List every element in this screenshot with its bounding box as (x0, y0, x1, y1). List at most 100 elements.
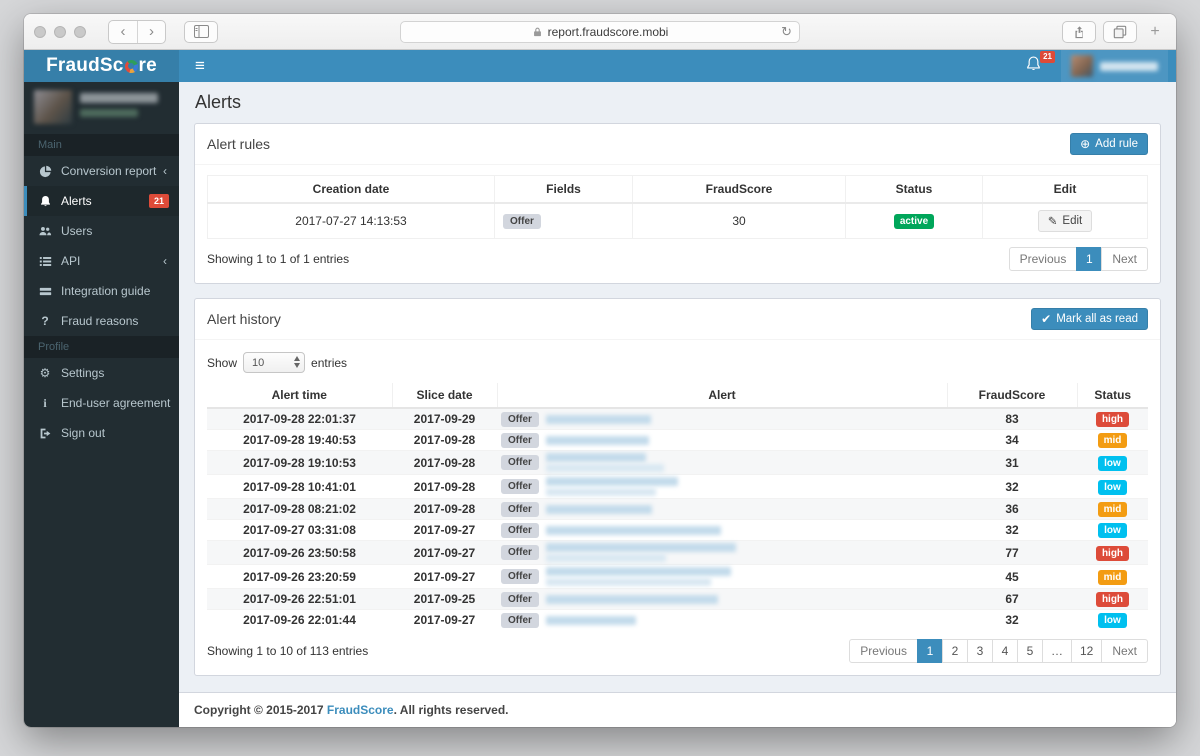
sidebar-item-alerts[interactable]: Alerts 21 (24, 186, 179, 216)
sidebar-item-users[interactable]: Users (24, 216, 179, 246)
status-badge: high (1095, 412, 1130, 427)
offer-tag: Offer (501, 545, 539, 560)
new-tab-button[interactable]: + (1144, 21, 1166, 43)
sidebar-section-label: Main (24, 134, 179, 156)
show-label: Show (207, 355, 238, 370)
bell-icon (38, 195, 52, 208)
avatar (34, 90, 72, 124)
table-row: 2017-09-27 03:31:08 2017-09-27 Offer 32 low (207, 519, 1148, 541)
fields-cell: Offer (494, 202, 633, 239)
user-menu[interactable] (1061, 50, 1168, 82)
redacted-bar (545, 488, 656, 496)
bars-icon (38, 285, 52, 298)
fraudscore-cell: 45 (947, 564, 1077, 589)
edit-label: Edit (1062, 215, 1083, 227)
status-badge: high (1095, 545, 1130, 561)
slice-date-cell: 2017-09-28 (392, 498, 497, 520)
redacted-alert-text (545, 567, 731, 586)
sidebar-item-label: Sign out (61, 426, 106, 440)
menu-toggle-button[interactable]: ≡ (179, 50, 221, 82)
page-number-button-1[interactable]: 1 (916, 638, 943, 663)
fraudscore-link[interactable]: FraudScore (327, 703, 394, 717)
slice-date-cell: 2017-09-28 (392, 450, 497, 475)
back-button[interactable]: ‹ (109, 21, 137, 43)
next-page-button[interactable]: Next (1101, 247, 1148, 271)
chevron-left-icon: ‹ (163, 254, 167, 268)
alert-time-cell: 2017-09-28 08:21:02 (207, 498, 392, 520)
sidebar-item-fraud-reasons[interactable]: ? Fraud reasons (24, 306, 179, 336)
copyright-text: Copyright © 2015-2017 (194, 703, 327, 717)
alert-time-cell: 2017-09-28 19:40:53 (207, 429, 392, 451)
redacted-bar (545, 554, 666, 562)
sidebar-item-end-user-agreement[interactable]: i End-user agreement (24, 388, 179, 418)
redacted-bar (545, 477, 678, 486)
logo-donut-icon (124, 59, 138, 73)
column-header: Alert (496, 383, 947, 409)
user-status-redacted (80, 109, 138, 117)
entries-per-page-select[interactable]: 10 (243, 352, 306, 373)
sidebar-item-integration-guide[interactable]: Integration guide (24, 276, 179, 306)
next-page-button[interactable]: Next (1101, 638, 1148, 663)
zoom-window-button[interactable] (74, 25, 86, 38)
browser-window: ‹ › report.fraudscore.mobi ↻ + FraudSc re… (24, 14, 1176, 727)
logo-text-right: re (138, 55, 157, 76)
redacted-bar (545, 567, 731, 576)
sidebar-item-sign-out[interactable]: Sign out (24, 418, 179, 448)
page-number-button-12[interactable]: 12 (1070, 638, 1103, 663)
mark-all-read-button[interactable]: ✔ Mark all as read (1031, 308, 1148, 330)
alert-time-cell: 2017-09-28 22:01:37 (207, 407, 392, 430)
table-row: 2017-09-26 23:50:58 2017-09-27 Offer 77 high (207, 540, 1148, 565)
sidebar: Main Conversion report ‹ Alerts 21 Users API ‹ I… (24, 82, 179, 727)
reload-icon[interactable]: ↻ (781, 24, 792, 40)
app-logo[interactable]: FraudSc re (24, 50, 179, 82)
redacted-bar (545, 525, 721, 535)
share-button[interactable] (1062, 21, 1096, 43)
page-number-button-3[interactable]: 3 (966, 638, 993, 663)
add-rule-button[interactable]: ⊕ Add rule (1070, 133, 1148, 155)
edit-cell: ✎ Edit (982, 202, 1148, 239)
status-cell: active (845, 202, 983, 239)
page-number-button-2[interactable]: 2 (941, 638, 968, 663)
redacted-bar (545, 578, 711, 586)
forward-button[interactable]: › (137, 20, 165, 43)
edit-button[interactable]: ✎ Edit (1037, 210, 1093, 232)
sidebar-item-conversion-report[interactable]: Conversion report ‹ (24, 156, 179, 186)
alert-time-cell: 2017-09-26 23:50:58 (207, 540, 392, 565)
table-row: 2017-09-28 10:41:01 2017-09-28 Offer 32 low (207, 474, 1148, 499)
tab-overview-button[interactable] (1103, 21, 1137, 43)
notifications-button[interactable]: 21 (1025, 51, 1055, 77)
sidebar-item-api[interactable]: API ‹ (24, 246, 179, 276)
alert-cell: Offer (497, 407, 947, 430)
page-number-button-5[interactable]: 5 (1016, 638, 1043, 663)
sidebar-item-label: Users (61, 224, 93, 238)
creation-date-cell: 2017-07-27 14:13:53 (207, 202, 495, 239)
offer-tag: Offer (501, 479, 539, 494)
address-bar[interactable]: report.fraudscore.mobi ↻ (400, 21, 800, 43)
window-controls[interactable] (34, 25, 86, 38)
username-redacted (1100, 61, 1158, 71)
sidebar-toggle-button[interactable] (184, 20, 218, 43)
fraudscore-cell: 32 (947, 519, 1077, 541)
app-header: FraudSc re ≡ 21 (24, 50, 1176, 82)
redacted-bar (545, 414, 651, 424)
offer-tag: Offer (501, 612, 539, 628)
sidebar-item-settings[interactable]: ⚙ Settings (24, 358, 179, 388)
share-icon (1074, 26, 1083, 39)
status-badge: high (1095, 592, 1130, 607)
close-window-button[interactable] (34, 25, 46, 38)
table-row: 2017-09-28 19:10:53 2017-09-28 Offer 31 low (207, 450, 1148, 475)
user-name-redacted (80, 93, 158, 103)
status-cell: high (1077, 407, 1148, 430)
status-badge: mid (1097, 502, 1128, 517)
page-number-button-4[interactable]: 4 (991, 638, 1018, 663)
alert-time-cell: 2017-09-26 22:01:44 (207, 609, 392, 631)
alert-cell: Offer (497, 564, 947, 589)
previous-page-button[interactable]: Previous (1008, 247, 1078, 271)
slice-date-cell: 2017-09-27 (392, 564, 497, 589)
offer-tag: Offer (501, 432, 539, 448)
previous-page-button[interactable]: Previous (849, 638, 918, 663)
minimize-window-button[interactable] (54, 25, 66, 38)
column-header: FraudScore (946, 383, 1077, 409)
slice-date-cell: 2017-09-29 (392, 407, 497, 430)
page-number-button-1[interactable]: 1 (1076, 247, 1103, 271)
